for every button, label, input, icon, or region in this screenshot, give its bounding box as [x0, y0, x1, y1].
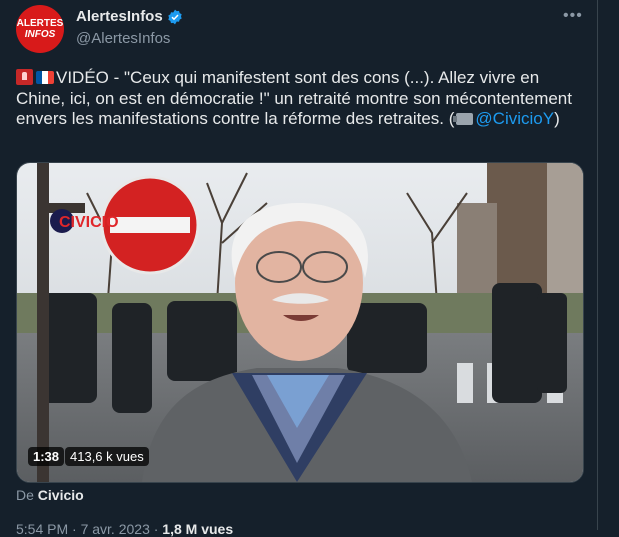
avatar[interactable]: ALERTES INFOS: [16, 5, 64, 53]
media-source-link[interactable]: Civicio: [38, 487, 84, 503]
author-handle[interactable]: @AlertesInfos: [76, 30, 170, 47]
timeline-divider: [597, 0, 598, 530]
avatar-logo-line1: ALERTES: [16, 18, 64, 29]
tweet-timestamp[interactable]: 5:54 PM · 7 avr. 2023 ·: [16, 521, 162, 537]
tweet-article[interactable]: ALERTES INFOS AlertesInfos @AlertesInfos…: [0, 0, 597, 537]
media-source-prefix: De: [16, 487, 34, 503]
video-player[interactable]: CIVICIO: [16, 162, 584, 483]
tweet-footer: 5:54 PM · 7 avr. 2023 · 1,8 M vues: [16, 521, 233, 537]
mention-link[interactable]: @CivicioY: [475, 109, 554, 128]
video-views: 413,6 k vues: [65, 447, 149, 466]
tweet-text: VIDÉO - "Ceux qui manifestent sont des c…: [16, 68, 576, 130]
video-watermark: CIVICIO: [59, 214, 119, 231]
video-duration: 1:38: [28, 447, 65, 466]
author-name[interactable]: AlertesInfos: [76, 8, 163, 25]
movie-camera-icon: [453, 113, 474, 125]
france-flag-icon: [36, 71, 54, 84]
tweet-views-count[interactable]: 1,8 M vues: [162, 521, 233, 537]
more-options-icon[interactable]: •••: [563, 7, 583, 25]
media-source: De Civicio: [16, 487, 84, 503]
verified-badge-icon: [168, 9, 182, 25]
tweet-text-end: ): [554, 109, 560, 128]
video-frame: CIVICIO: [17, 163, 583, 482]
avatar-logo-line2: INFOS: [24, 29, 56, 40]
rotating-light-icon: [16, 69, 33, 85]
